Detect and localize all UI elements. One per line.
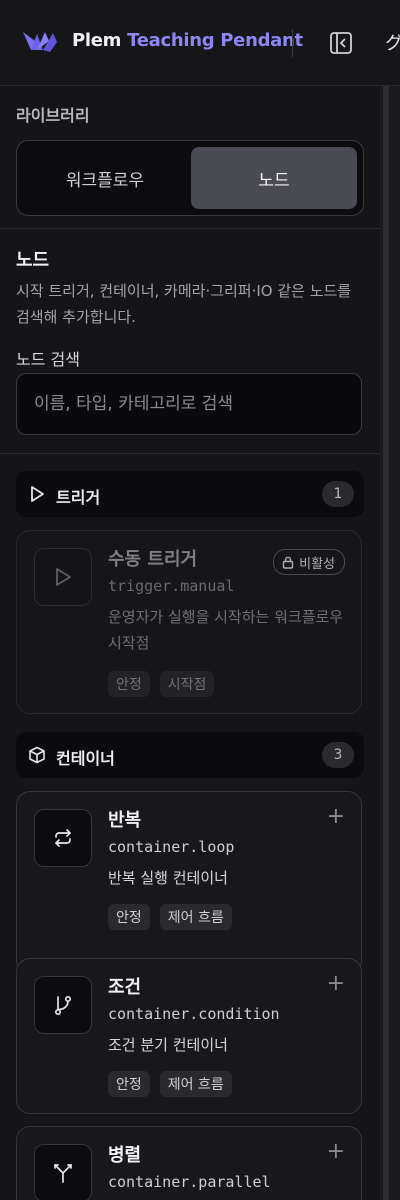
node-description: 반복 실행 컨테이너 xyxy=(108,869,228,887)
status-badge: 비활성 xyxy=(273,549,345,575)
tab-workflow[interactable]: 워크플로우 xyxy=(23,147,187,209)
group-label: 트리거 xyxy=(56,488,101,507)
node-description: 조건 분기 컨테이너 xyxy=(108,1036,228,1054)
header-divider xyxy=(292,29,293,57)
status-badge-label: 비활성 xyxy=(299,556,335,572)
library-label: 라이브러리 xyxy=(16,106,90,125)
group-count-badge: 3 xyxy=(322,742,354,768)
node-tags: 안정 시작점 xyxy=(108,671,215,697)
node-name: 수동 트리거 xyxy=(108,549,198,570)
brand-title: Plem Teaching Pendant xyxy=(72,30,303,51)
node-description: 운영자가 실행을 시작하는 워크플로우 시작점 xyxy=(108,608,344,652)
tag: 제어 흐름 xyxy=(159,1071,232,1097)
node-tags: 안정 제어 흐름 xyxy=(108,1071,232,1097)
node-type-key: container.loop xyxy=(108,838,235,856)
node-type-key: container.condition xyxy=(108,1005,280,1023)
tag: 안정 xyxy=(108,671,150,697)
tag: 안정 xyxy=(108,1071,150,1097)
branch-icon xyxy=(54,995,72,1016)
node-type-key: container.parallel xyxy=(108,1173,271,1191)
split-icon xyxy=(54,1164,72,1183)
add-node-button[interactable]: + xyxy=(327,1141,345,1163)
node-card-container-condition[interactable]: 조건 container.condition 조건 분기 컨테이너 안정 제어 … xyxy=(16,958,362,1114)
cube-icon xyxy=(29,746,45,764)
node-card-container-parallel[interactable]: 병렬 container.parallel + xyxy=(16,1126,362,1200)
repeat-icon xyxy=(55,829,71,847)
add-node-button[interactable]: + xyxy=(327,806,345,828)
lock-icon xyxy=(282,556,294,569)
play-icon xyxy=(56,568,71,586)
group-header-trigger[interactable]: 트리거 1 xyxy=(16,471,364,517)
group-label: 컨테이너 xyxy=(56,749,115,768)
node-type-key: trigger.manual xyxy=(108,577,235,595)
node-card-trigger-manual: 수동 트리거 trigger.manual 운영자가 실행을 시작하는 워크플로… xyxy=(16,530,362,714)
panel-scrollbar[interactable] xyxy=(383,86,389,1200)
node-name: 반복 xyxy=(108,810,142,831)
node-tags: 안정 제어 흐름 xyxy=(108,904,232,930)
search-label: 노드 검색 xyxy=(16,350,80,369)
sidebar-collapse-icon[interactable] xyxy=(329,31,353,55)
brand-secondary: Teaching Pendant xyxy=(127,30,303,51)
play-icon xyxy=(31,486,44,502)
divider xyxy=(0,453,380,454)
app-header: Plem Teaching Pendant グ xyxy=(0,0,400,86)
node-icon-box xyxy=(34,809,92,867)
node-icon-box xyxy=(34,976,92,1034)
divider xyxy=(0,228,380,229)
brand-primary: Plem xyxy=(72,30,122,51)
node-section-description: 시작 트리거, 컨테이너, 카메라·그리퍼·IO 같은 노드를 검색해 추가합니… xyxy=(16,282,352,326)
tag: 안정 xyxy=(108,904,150,930)
node-section-title: 노드 xyxy=(16,250,50,271)
node-name: 조건 xyxy=(108,977,142,998)
add-node-button[interactable]: + xyxy=(327,973,345,995)
node-icon-box xyxy=(34,548,92,606)
node-icon-box xyxy=(34,1144,92,1200)
group-count-badge: 1 xyxy=(322,481,354,507)
node-search-box xyxy=(16,373,362,435)
header-overflow-text: グ xyxy=(385,33,400,54)
node-search-input[interactable] xyxy=(17,374,361,434)
node-name: 병렬 xyxy=(108,1145,142,1166)
library-tabs: 워크플로우 노드 xyxy=(16,140,364,216)
node-card-container-loop[interactable]: 반복 container.loop 반복 실행 컨테이너 안정 제어 흐름 + xyxy=(16,791,362,975)
tag: 제어 흐름 xyxy=(159,904,232,930)
plem-logo-icon xyxy=(23,32,57,52)
tag: 시작점 xyxy=(159,671,215,697)
group-header-container[interactable]: 컨테이너 3 xyxy=(16,732,364,778)
tab-nodes[interactable]: 노드 xyxy=(191,147,357,209)
node-library-panel: 라이브러리 워크플로우 노드 노드 시작 트리거, 컨테이너, 카메라·그리퍼·… xyxy=(0,86,380,1200)
